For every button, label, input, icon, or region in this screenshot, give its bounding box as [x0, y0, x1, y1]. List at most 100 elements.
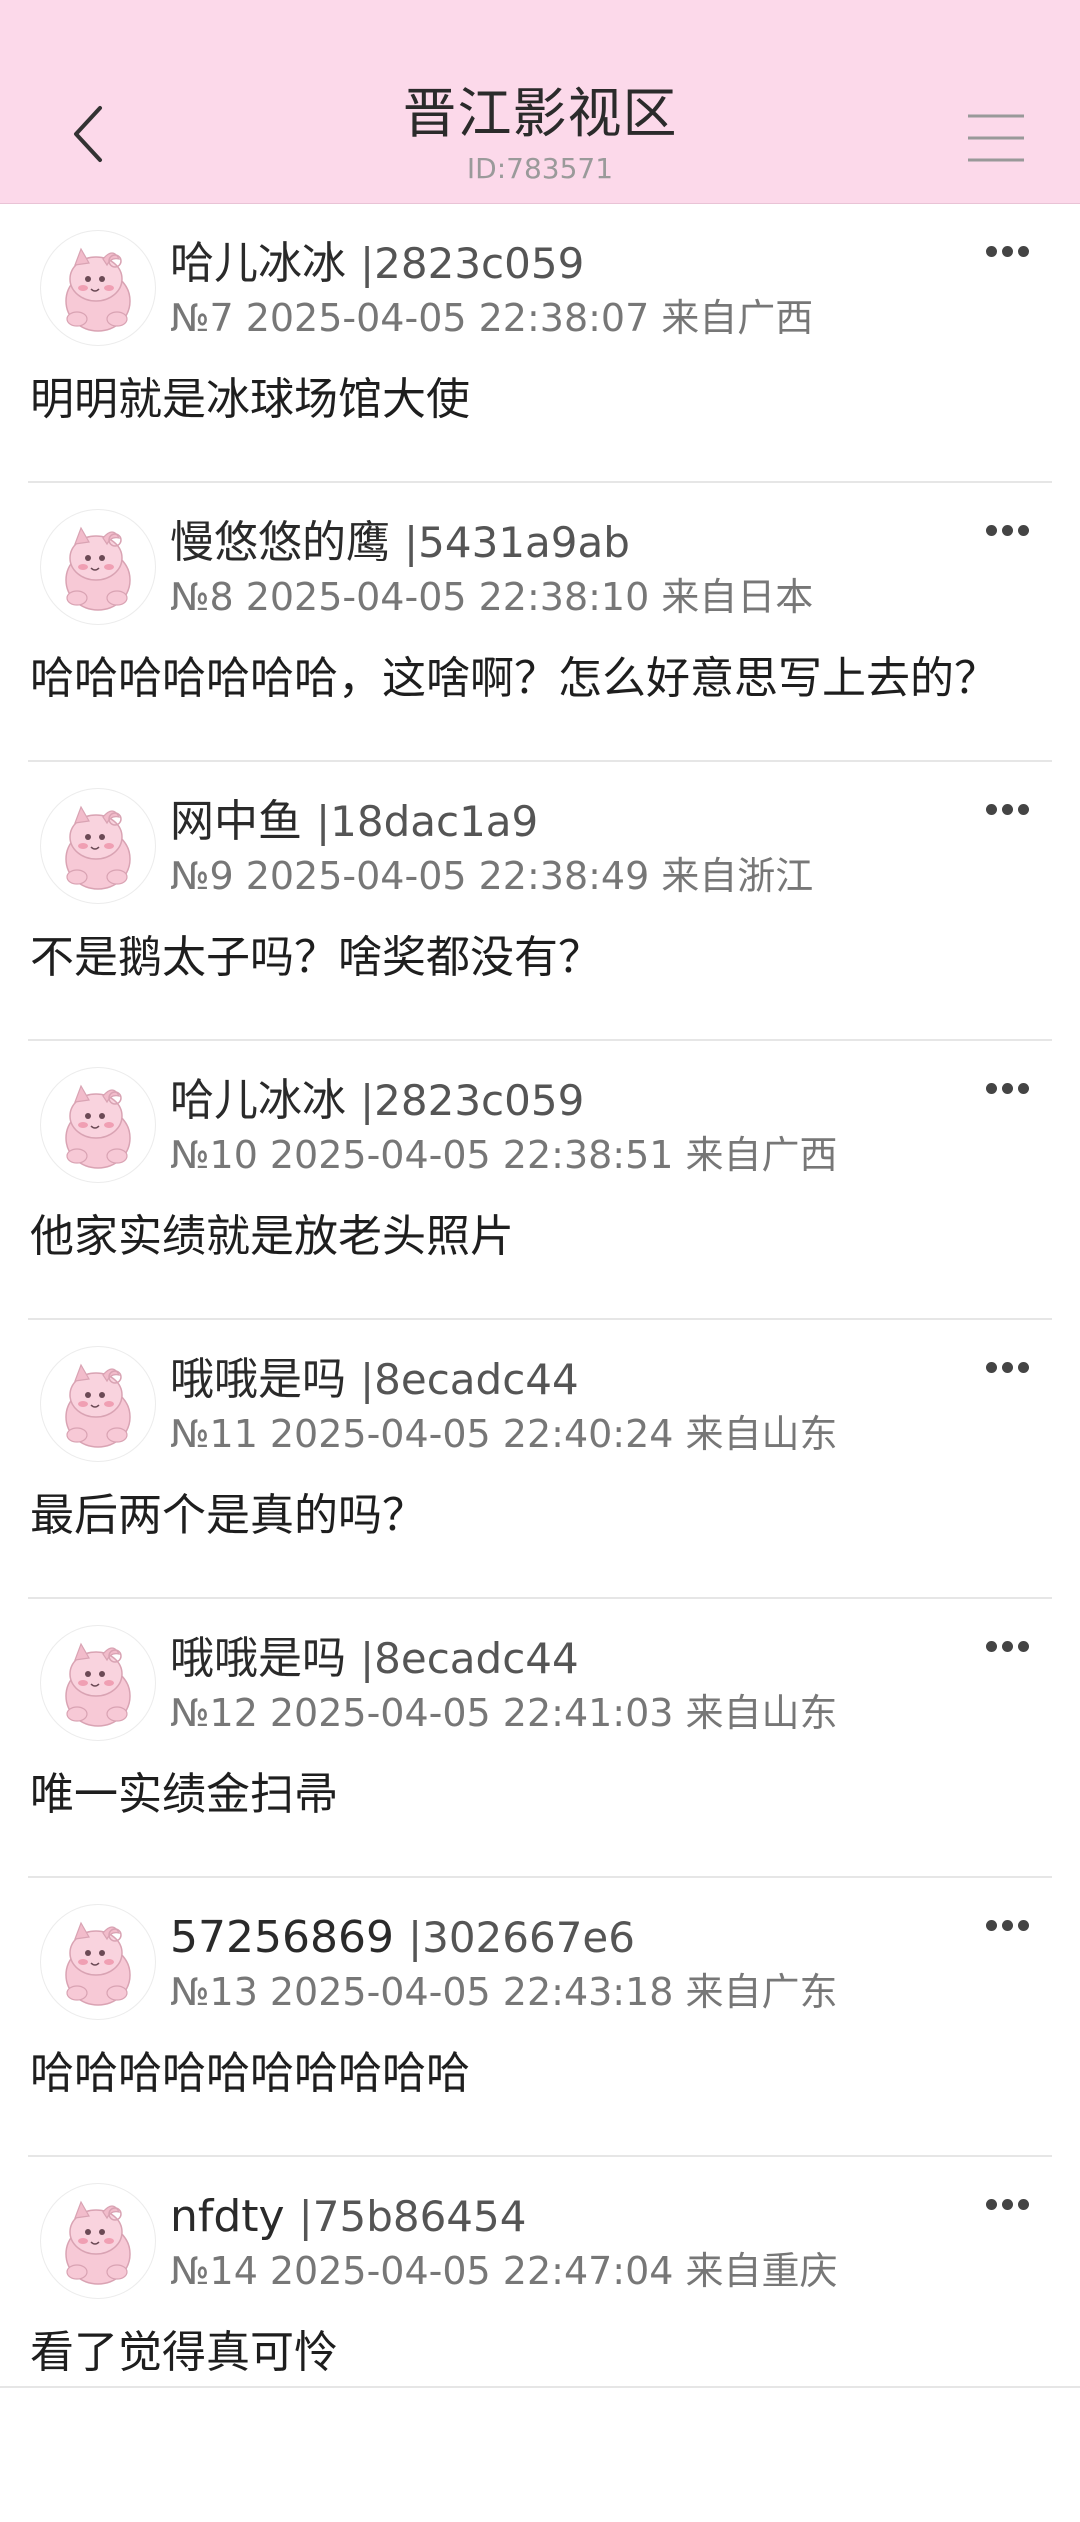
user-id: |2823c059	[360, 239, 585, 288]
author-line: 哦哦是吗 |8ecadc44	[170, 1631, 579, 1687]
more-dots-icon	[986, 2195, 1034, 2214]
reply-list: 哈儿冰冰 |2823c059 №7 2025-04-05 22:38:07 来自广西 …	[0, 204, 1080, 2436]
floor-number: №10	[170, 1133, 258, 1177]
reply-item: 哦哦是吗 |8ecadc44 №11 2025-04-05 22:40:24 来自山东…	[0, 1320, 1080, 1599]
more-options-button[interactable]	[986, 1637, 1034, 1661]
username[interactable]: 网中鱼	[170, 796, 302, 847]
avatar[interactable]	[40, 1067, 156, 1183]
reply-meta: №8 2025-04-05 22:38:10 来自日本	[170, 573, 813, 621]
location: 来自山东	[685, 1691, 838, 1735]
timestamp: 2025-04-05 22:43:18	[269, 1970, 674, 2014]
location: 来自广西	[685, 1133, 838, 1177]
more-dots-icon	[986, 1358, 1034, 1377]
avatar[interactable]	[40, 1625, 156, 1741]
reply-meta: №11 2025-04-05 22:40:24 来自山东	[170, 1410, 837, 1458]
more-dots-icon	[986, 521, 1034, 540]
more-options-button[interactable]	[986, 1079, 1034, 1103]
top-bar: 晋江影视区 ID:783571	[0, 0, 1080, 204]
more-dots-icon	[986, 1916, 1034, 1935]
forum-id: ID:783571	[466, 152, 614, 185]
more-dots-icon	[986, 1079, 1034, 1098]
user-id: |8ecadc44	[360, 1355, 579, 1404]
username[interactable]: 哦哦是吗	[170, 1633, 346, 1684]
floor-number: №9	[170, 854, 234, 898]
avatar[interactable]	[40, 1346, 156, 1462]
floor-number: №14	[170, 2249, 258, 2293]
username[interactable]: 哦哦是吗	[170, 1354, 346, 1405]
reply-content: 看了觉得真可怜	[30, 2327, 338, 2378]
author-line: 哈儿冰冰 |2823c059	[170, 236, 584, 292]
reply-meta: №13 2025-04-05 22:43:18 来自广东	[170, 1968, 837, 2016]
location: 来自重庆	[685, 2249, 838, 2293]
reply-content: 不是鹅太子吗？啥奖都没有？	[30, 932, 602, 983]
location: 来自广东	[685, 1970, 838, 2014]
reply-content: 明明就是冰球场馆大使	[30, 374, 470, 425]
reply-meta: №10 2025-04-05 22:38:51 来自广西	[170, 1131, 837, 1179]
author-line: nfdty |75b86454	[170, 2189, 526, 2245]
author-line: 慢悠悠的鹰 |5431a9ab	[170, 515, 630, 571]
reply-item: 哦哦是吗 |8ecadc44 №12 2025-04-05 22:41:03 来自山东…	[0, 1599, 1080, 1878]
username[interactable]: nfdty	[170, 2191, 285, 2242]
username[interactable]: 57256869	[170, 1912, 394, 1963]
avatar[interactable]	[40, 230, 156, 346]
author-line: 哦哦是吗 |8ecadc44	[170, 1352, 579, 1408]
reply-item: 网中鱼 |18dac1a9 №9 2025-04-05 22:38:49 来自浙江 不…	[0, 762, 1080, 1041]
user-id: |302667e6	[407, 1913, 635, 1962]
reply-meta: №9 2025-04-05 22:38:49 来自浙江	[170, 852, 813, 900]
user-id: |75b86454	[298, 2192, 527, 2241]
hamburger-menu-icon	[968, 114, 1024, 162]
timestamp: 2025-04-05 22:38:51	[269, 1133, 674, 1177]
reply-content: 哈哈哈哈哈哈哈哈哈哈	[30, 2048, 470, 2099]
reply-item: 哈儿冰冰 |2823c059 №10 2025-04-05 22:38:51 来自广西…	[0, 1041, 1080, 1320]
reply-content: 哈哈哈哈哈哈哈，这啥啊？怎么好意思写上去的？	[30, 653, 998, 704]
user-id: |2823c059	[360, 1076, 585, 1125]
reply-content: 最后两个是真的吗？	[30, 1490, 426, 1541]
reply-item: 57256869 |302667e6 №13 2025-04-05 22:43:18…	[0, 1878, 1080, 2157]
reply-content: 唯一实绩金扫帚	[30, 1769, 338, 1820]
user-id: |8ecadc44	[360, 1634, 579, 1683]
timestamp: 2025-04-05 22:47:04	[269, 2249, 674, 2293]
avatar[interactable]	[40, 2183, 156, 2299]
reply-item: 慢悠悠的鹰 |5431a9ab №8 2025-04-05 22:38:10 来自日本…	[0, 483, 1080, 762]
user-id: |5431a9ab	[404, 518, 630, 567]
reply-content: 他家实绩就是放老头照片	[30, 1211, 514, 1262]
timestamp: 2025-04-05 22:38:07	[245, 296, 650, 340]
reply-meta: №12 2025-04-05 22:41:03 来自山东	[170, 1689, 837, 1737]
username[interactable]: 慢悠悠的鹰	[170, 517, 390, 568]
username[interactable]: 哈儿冰冰	[170, 238, 346, 289]
bottom-bar	[0, 2386, 1080, 2522]
avatar[interactable]	[40, 509, 156, 625]
more-dots-icon	[986, 1637, 1034, 1656]
menu-button[interactable]	[964, 112, 1028, 164]
floor-number: №12	[170, 1691, 258, 1735]
location: 来自广西	[661, 296, 814, 340]
more-options-button[interactable]	[986, 800, 1034, 824]
more-options-button[interactable]	[986, 1916, 1034, 1940]
page-title: 晋江影视区	[402, 82, 678, 145]
avatar[interactable]	[40, 1904, 156, 2020]
reply-meta: №7 2025-04-05 22:38:07 来自广西	[170, 294, 813, 342]
timestamp: 2025-04-05 22:38:49	[245, 854, 650, 898]
location: 来自浙江	[661, 854, 814, 898]
avatar[interactable]	[40, 788, 156, 904]
more-options-button[interactable]	[986, 2195, 1034, 2219]
more-dots-icon	[986, 242, 1034, 261]
timestamp: 2025-04-05 22:38:10	[245, 575, 650, 619]
more-options-button[interactable]	[986, 521, 1034, 545]
username[interactable]: 哈儿冰冰	[170, 1075, 346, 1126]
location: 来自山东	[685, 1412, 838, 1456]
user-id: |18dac1a9	[316, 797, 539, 846]
location: 来自日本	[661, 575, 814, 619]
floor-number: №8	[170, 575, 234, 619]
more-dots-icon	[986, 800, 1034, 819]
timestamp: 2025-04-05 22:40:24	[269, 1412, 674, 1456]
author-line: 网中鱼 |18dac1a9	[170, 794, 538, 850]
author-line: 57256869 |302667e6	[170, 1910, 635, 1966]
more-options-button[interactable]	[986, 1358, 1034, 1382]
more-options-button[interactable]	[986, 242, 1034, 266]
reply-meta: №14 2025-04-05 22:47:04 来自重庆	[170, 2247, 837, 2295]
floor-number: №11	[170, 1412, 258, 1456]
floor-number: №7	[170, 296, 234, 340]
timestamp: 2025-04-05 22:41:03	[269, 1691, 674, 1735]
floor-number: №13	[170, 1970, 258, 2014]
